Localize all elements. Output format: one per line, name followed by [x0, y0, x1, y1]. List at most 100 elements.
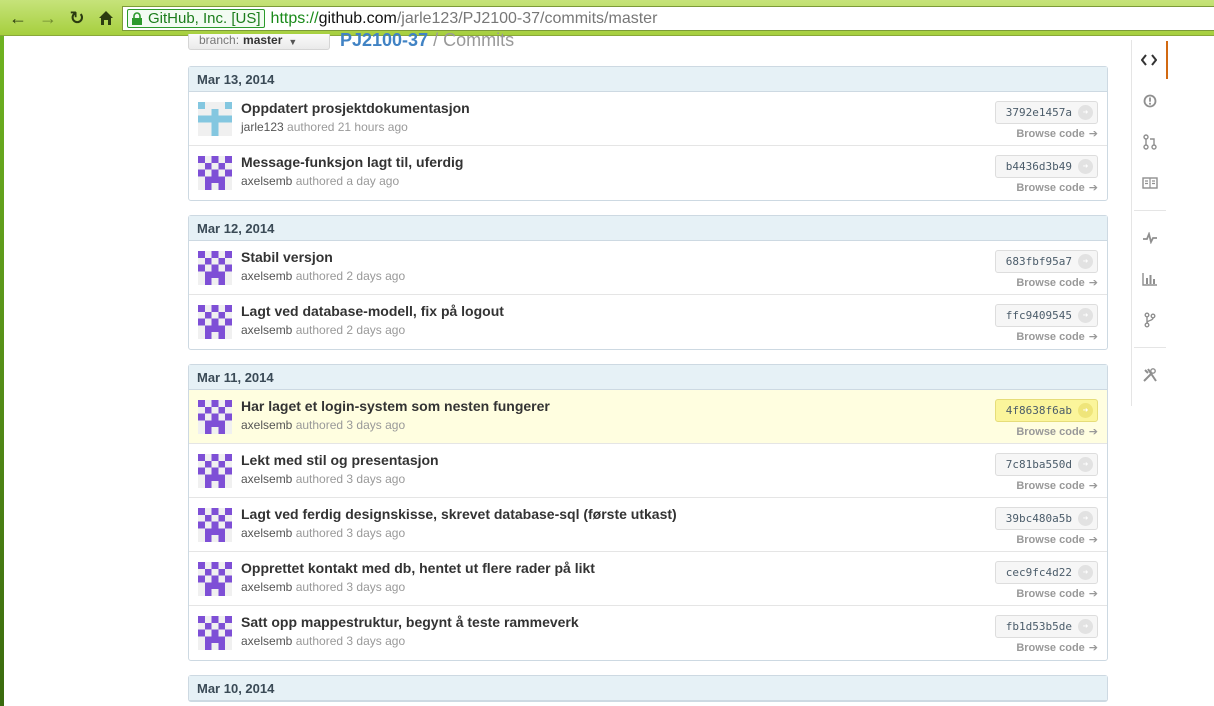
page-title-text: Commits — [443, 30, 515, 50]
commit-message-link[interactable]: Stabil versjon — [241, 249, 333, 265]
commit-author-link[interactable]: axelsemb — [241, 472, 292, 486]
commit-group: Mar 13, 2014 Oppdatert prosjektdokumentas… — [188, 66, 1108, 201]
commit-sha-button[interactable]: 3792e1457a ➜ — [994, 101, 1098, 124]
arrow-right-circle-icon: ➜ — [1078, 159, 1093, 174]
commit-author-link[interactable]: jarle123 — [241, 120, 284, 134]
window-frame — [0, 36, 4, 706]
browse-code-link[interactable]: Browse code ➔ — [1016, 276, 1098, 290]
arrow-right-circle-icon: ➜ — [1078, 105, 1093, 120]
commit-sha-button[interactable]: 39bc480a5b ➜ — [994, 507, 1098, 530]
wiki-icon[interactable] — [1132, 164, 1168, 202]
issues-icon[interactable] — [1132, 82, 1168, 120]
browse-code-link[interactable]: Browse code ➔ — [1016, 533, 1098, 547]
commit-sha-button[interactable]: 683fbf95a7 ➜ — [994, 250, 1098, 273]
avatar[interactable] — [198, 454, 232, 488]
commit-meta: axelsemb authored 3 days ago — [241, 634, 405, 648]
commit-row: Lekt med stil og presentasjon axelsemb au… — [189, 444, 1107, 498]
commit-author-link[interactable]: axelsemb — [241, 269, 292, 283]
commit-time: authored 3 days ago — [295, 472, 406, 486]
commit-group-date: Mar 10, 2014 — [189, 676, 1107, 701]
commit-meta: axelsemb authored 3 days ago — [241, 418, 405, 432]
commit-sha: fb1d53b5de — [1005, 620, 1072, 633]
browse-code-label: Browse code — [1016, 181, 1085, 194]
nav-divider — [1134, 347, 1166, 348]
commit-sha: ffc9409545 — [1005, 309, 1072, 322]
ev-label: GitHub, Inc. [US] — [148, 10, 261, 27]
branch-value: master — [243, 34, 283, 47]
forward-arrow-icon[interactable]: → — [36, 6, 60, 30]
commit-sha: cec9fc4d22 — [1005, 566, 1072, 579]
commit-message-link[interactable]: Opprettet kontakt med db, hentet ut fler… — [241, 560, 595, 576]
browse-code-link[interactable]: Browse code ➔ — [1016, 479, 1098, 493]
network-icon[interactable] — [1132, 301, 1168, 339]
code-icon[interactable] — [1132, 41, 1168, 79]
home-icon[interactable] — [94, 6, 118, 30]
commit-author-link[interactable]: axelsemb — [241, 634, 292, 648]
browser-toolbar: ← → ↻ GitHub, Inc. [US] https://github.c… — [0, 0, 1214, 36]
browse-code-link[interactable]: Browse code ➔ — [1016, 641, 1098, 655]
browse-code-link[interactable]: Browse code ➔ — [1016, 127, 1098, 141]
commit-message-link[interactable]: Oppdatert prosjektdokumentasjon — [241, 100, 470, 116]
commit-time: authored 3 days ago — [295, 580, 406, 594]
commit-group: Mar 10, 2014 — [188, 675, 1108, 702]
repo-name-link[interactable]: PJ2100-37 — [340, 30, 428, 50]
ev-certificate-badge[interactable]: GitHub, Inc. [US] — [127, 9, 265, 28]
commit-meta: axelsemb authored 3 days ago — [241, 526, 405, 540]
reload-icon[interactable]: ↻ — [65, 6, 89, 30]
commit-message-link[interactable]: Lagt ved database-modell, fix på logout — [241, 303, 504, 319]
url-host: github.com — [318, 9, 397, 27]
browse-code-link[interactable]: Browse code ➔ — [1016, 181, 1098, 195]
page-title: PJ2100-37 / Commits — [340, 29, 514, 51]
avatar[interactable] — [198, 508, 232, 542]
commit-sha: 4f8638f6ab — [1005, 404, 1072, 417]
commit-sha-button[interactable]: 7c81ba550d ➜ — [994, 453, 1098, 476]
avatar[interactable] — [198, 251, 232, 285]
commit-sha-button[interactable]: 4f8638f6ab ➜ — [994, 399, 1098, 422]
settings-icon[interactable] — [1132, 356, 1168, 394]
commit-time: authored a day ago — [295, 174, 400, 188]
commit-sha-button[interactable]: ffc9409545 ➜ — [994, 304, 1098, 327]
browse-code-label: Browse code — [1016, 533, 1085, 546]
commit-row: Opprettet kontakt med db, hentet ut fler… — [189, 552, 1107, 606]
avatar[interactable] — [198, 156, 232, 190]
commit-sha: 3792e1457a — [1005, 106, 1072, 119]
commit-group-date: Mar 11, 2014 — [189, 365, 1107, 390]
avatar[interactable] — [198, 562, 232, 596]
commit-message-link[interactable]: Har laget et login-system som nesten fun… — [241, 398, 550, 414]
commit-sha-button[interactable]: fb1d53b5de ➜ — [994, 615, 1098, 638]
url-scheme: https:// — [270, 9, 319, 27]
avatar[interactable] — [198, 305, 232, 339]
commit-row: Satt opp mappestruktur, begynt å teste r… — [189, 606, 1107, 660]
commit-time: authored 3 days ago — [295, 418, 406, 432]
browse-code-link[interactable]: Browse code ➔ — [1016, 587, 1098, 601]
browse-code-label: Browse code — [1016, 641, 1085, 654]
commit-message-link[interactable]: Lagt ved ferdig designskisse, skrevet da… — [241, 506, 677, 522]
commit-author-link[interactable]: axelsemb — [241, 418, 292, 432]
pulse-icon[interactable] — [1132, 219, 1168, 257]
avatar[interactable] — [198, 616, 232, 650]
avatar[interactable] — [198, 102, 232, 136]
commit-author-link[interactable]: axelsemb — [241, 323, 292, 337]
arrow-right-icon: ➔ — [1088, 642, 1098, 654]
browse-code-label: Browse code — [1016, 479, 1085, 492]
commit-author-link[interactable]: axelsemb — [241, 580, 292, 594]
browse-code-link[interactable]: Browse code ➔ — [1016, 330, 1098, 344]
commit-message-link[interactable]: Message-funksjon lagt til, uferdig — [241, 154, 463, 170]
address-bar[interactable]: GitHub, Inc. [US] https://github.com/jar… — [122, 6, 1214, 31]
arrow-right-circle-icon: ➜ — [1078, 254, 1093, 269]
commit-author-link[interactable]: axelsemb — [241, 174, 292, 188]
browse-code-label: Browse code — [1016, 330, 1085, 343]
commit-message-link[interactable]: Lekt med stil og presentasjon — [241, 452, 439, 468]
browse-code-link[interactable]: Browse code ➔ — [1016, 425, 1098, 439]
commit-message-link[interactable]: Satt opp mappestruktur, begynt å teste r… — [241, 614, 579, 630]
commit-row: Stabil versjon axelsemb authored 2 days a… — [189, 241, 1107, 295]
commit-sha-button[interactable]: b4436d3b49 ➜ — [994, 155, 1098, 178]
pull-requests-icon[interactable] — [1132, 123, 1168, 161]
back-arrow-icon[interactable]: ← — [6, 6, 30, 30]
branch-selector-button[interactable]: branch: master ▼ — [188, 34, 330, 50]
arrow-right-icon: ➔ — [1088, 277, 1098, 289]
avatar[interactable] — [198, 400, 232, 434]
commit-sha-button[interactable]: cec9fc4d22 ➜ — [994, 561, 1098, 584]
graphs-icon[interactable] — [1132, 260, 1168, 298]
commit-author-link[interactable]: axelsemb — [241, 526, 292, 540]
